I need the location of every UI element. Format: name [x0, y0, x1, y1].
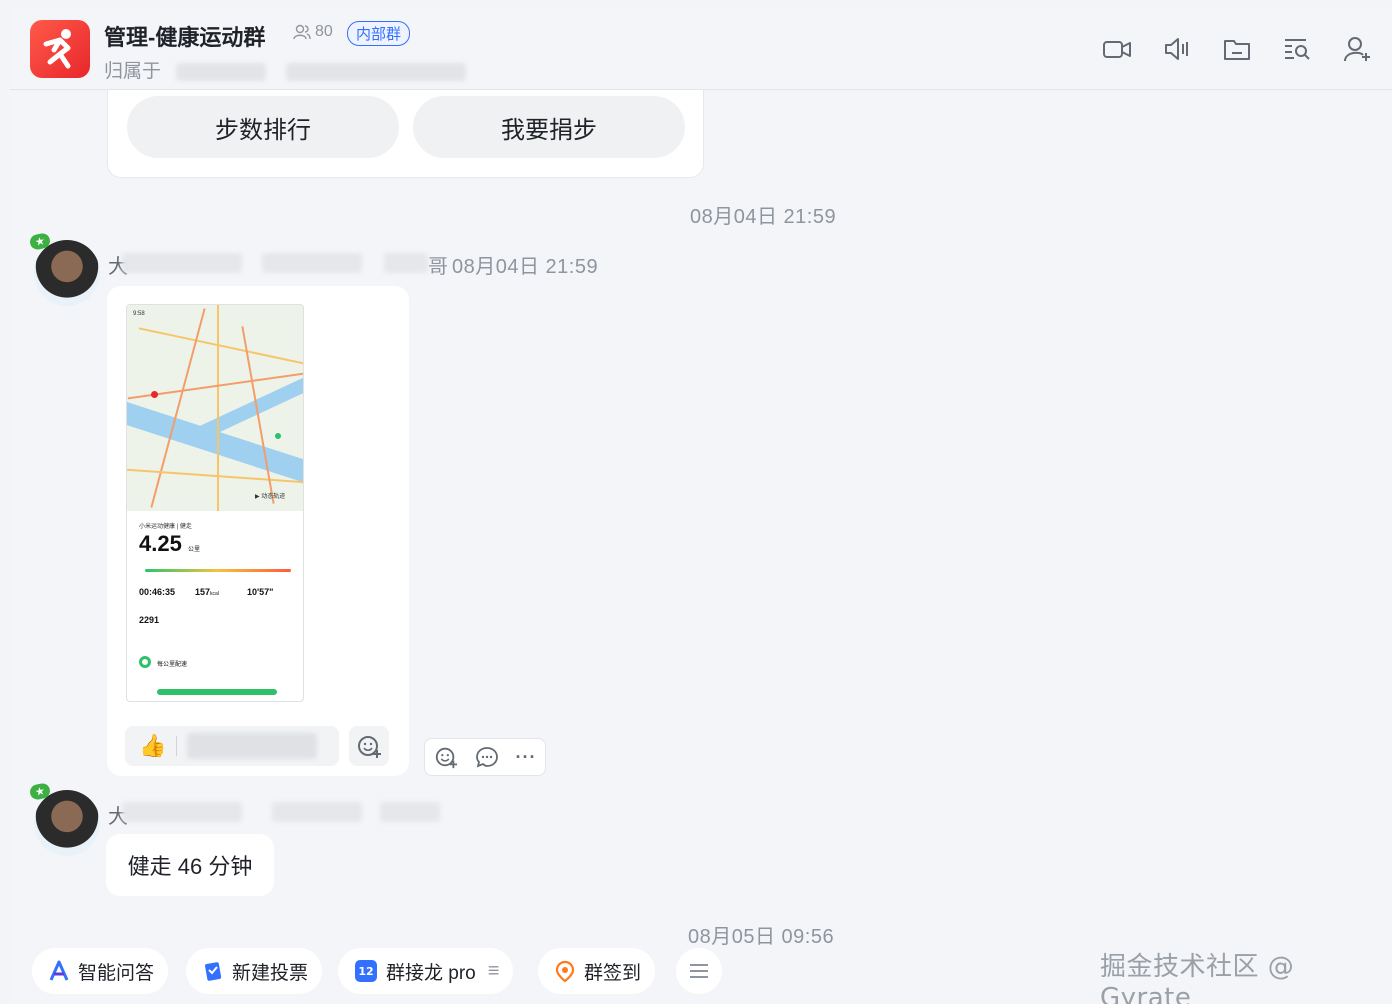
duration-value: 00:46:35 — [139, 587, 176, 597]
donate-steps-button[interactable]: 我要捐步 — [413, 96, 685, 158]
pace-section-label: 每公里配速 — [157, 662, 188, 668]
group-checkin-button[interactable]: 群签到 — [538, 948, 656, 994]
reply-icon[interactable] — [475, 745, 499, 769]
pace-bar — [157, 689, 277, 695]
folder-icon[interactable] — [1222, 34, 1252, 64]
emoji-add-icon — [356, 733, 382, 759]
redacted-title — [262, 253, 362, 273]
redacted-dept — [380, 802, 440, 822]
watermark: 掘金技术社区 @ Gyrate — [1100, 952, 1295, 1004]
distance-value: 4.25 公里 — [139, 531, 200, 556]
new-vote-button[interactable]: 新建投票 — [186, 948, 323, 994]
menu-lines-icon: ≡ — [487, 959, 500, 982]
reaction-row[interactable]: 👍 — [125, 726, 339, 766]
ai-a-icon — [48, 960, 70, 982]
route-map: 9:58 ▶ 动态轨迹 — [127, 305, 303, 511]
avatar-badge-icon: ★ — [28, 232, 52, 251]
menu-icon — [688, 960, 710, 982]
pace-gradient — [145, 569, 291, 572]
redacted-sender — [122, 802, 242, 822]
pace-section-icon — [139, 656, 151, 668]
start-pin-icon — [151, 391, 158, 398]
smart-qa-label: 智能问答 — [78, 962, 155, 984]
checkin-icon — [554, 960, 576, 982]
add-reaction-button[interactable] — [349, 726, 389, 766]
add-member-icon[interactable] — [1342, 34, 1372, 64]
workout-screenshot[interactable]: 9:58 ▶ 动态轨迹 小米运动健康 | 健走 4.25 公里 00:46:35… — [126, 304, 304, 702]
vote-icon — [202, 960, 224, 982]
redacted-title — [272, 802, 362, 822]
group-jielong-label: 群接龙 pro — [386, 962, 476, 984]
avatar[interactable]: ★ — [28, 782, 100, 856]
group-jielong-button[interactable]: 12 群接龙 pro ≡ — [338, 948, 514, 994]
members-icon — [293, 23, 311, 41]
steps-value: 2291 — [139, 615, 160, 625]
group-title: 管理-健康运动群 — [104, 25, 266, 50]
redacted-org — [285, 62, 466, 81]
text-message: 健走 46 分钟 — [106, 834, 274, 896]
more-apps-button[interactable] — [676, 948, 722, 994]
thumbs-up-icon: 👍 — [139, 733, 167, 758]
workout-app-title: 小米运动健康 | 健走 — [139, 524, 192, 530]
step-card: 步数排行 我要捐步 — [107, 90, 704, 178]
internal-group-badge: 内部群 — [347, 21, 411, 46]
avatar[interactable]: ★ — [28, 232, 100, 306]
chat-window: 管理-健康运动群 80 内部群 归属于 步数排行 我要捐步 08月04日 21:… — [10, 8, 1392, 1004]
redacted-reactors — [187, 733, 318, 759]
header-actions — [1102, 34, 1372, 64]
member-count-value: 80 — [315, 23, 333, 40]
emoji-add-icon[interactable] — [434, 745, 458, 769]
message-hover-toolbar: ··· — [424, 738, 546, 776]
redacted-sender — [122, 253, 242, 273]
track-label: ▶ 动态轨迹 — [255, 494, 286, 500]
phone-time: 9:58 — [133, 311, 145, 317]
svg-text:12: 12 — [358, 965, 373, 978]
redacted-org — [176, 62, 267, 81]
more-icon[interactable]: ··· — [516, 747, 537, 768]
search-history-icon[interactable] — [1282, 34, 1312, 64]
smart-qa-button[interactable]: 智能问答 — [32, 948, 169, 994]
redacted-dept — [384, 253, 428, 273]
jielong-icon: 12 — [354, 959, 378, 983]
subtitle-label: 归属于 — [104, 61, 162, 82]
image-message: 9:58 ▶ 动态轨迹 小米运动健康 | 健走 4.25 公里 00:46:35… — [107, 286, 409, 776]
timestamp-divider: 08月04日 21:59 — [690, 206, 837, 228]
calories-value: 157kcal — [195, 587, 219, 597]
message-time: 08月04日 21:59 — [452, 256, 599, 278]
pace-value: 10'57" — [247, 587, 274, 597]
video-call-icon[interactable] — [1102, 34, 1132, 64]
member-count[interactable]: 80 — [293, 23, 333, 41]
timestamp-divider: 08月05日 09:56 — [688, 926, 835, 948]
avatar-badge-icon: ★ — [28, 782, 52, 801]
end-pin-icon — [275, 433, 281, 439]
sender-suffix: 哥 — [428, 256, 448, 278]
step-ranking-button[interactable]: 步数排行 — [127, 96, 399, 158]
group-avatar-icon[interactable] — [30, 20, 90, 78]
group-subtitle: 归属于 — [104, 56, 466, 83]
voice-call-icon[interactable] — [1162, 34, 1192, 64]
new-vote-label: 新建投票 — [232, 962, 309, 984]
group-checkin-label: 群签到 — [584, 962, 642, 984]
chat-header: 管理-健康运动群 80 内部群 归属于 — [10, 8, 1392, 90]
